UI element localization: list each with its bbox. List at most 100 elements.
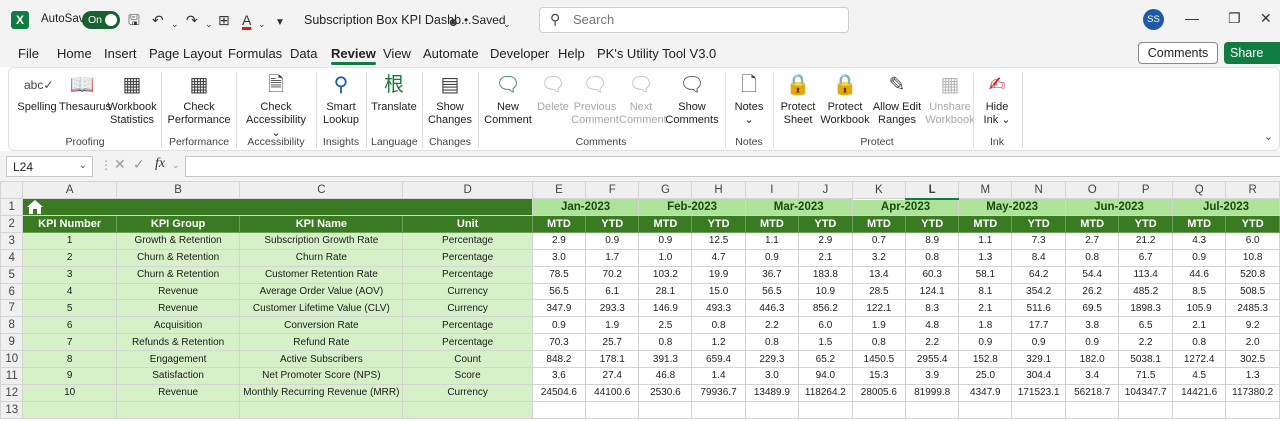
search-box[interactable]: ⚲ bbox=[539, 7, 849, 33]
kpi-group-cell[interactable]: Revenue bbox=[115, 282, 241, 301]
tab-developer[interactable]: Developer bbox=[490, 46, 549, 61]
kpi-name-cell[interactable]: Subscription Growth Rate bbox=[239, 231, 404, 250]
column-header-h[interactable]: H bbox=[691, 181, 746, 199]
show-changes-button[interactable]: ▤ Show Changes bbox=[427, 72, 473, 127]
value-cell[interactable]: 36.7 bbox=[744, 265, 800, 284]
value-cell[interactable]: 229.3 bbox=[744, 350, 800, 369]
close-icon[interactable]: ✕ bbox=[1260, 10, 1272, 27]
empty-cell[interactable] bbox=[115, 400, 241, 419]
value-cell[interactable]: 3.2 bbox=[851, 248, 907, 267]
value-cell[interactable]: 14421.6 bbox=[1171, 383, 1227, 402]
unit-cell[interactable]: Percentage bbox=[402, 248, 533, 267]
value-cell[interactable]: 0.7 bbox=[851, 231, 907, 250]
name-box[interactable]: L24 ⌄ bbox=[6, 156, 93, 177]
value-cell[interactable]: 15.3 bbox=[851, 367, 907, 385]
value-cell[interactable]: 1.1 bbox=[744, 231, 800, 250]
formula-input[interactable] bbox=[185, 156, 1280, 177]
tab-help[interactable]: Help bbox=[558, 46, 585, 61]
value-cell[interactable]: 4.3 bbox=[1171, 231, 1227, 250]
value-cell[interactable]: 56.5 bbox=[531, 282, 587, 301]
saved-dropdown-icon[interactable]: ⌄ bbox=[503, 14, 511, 34]
value-cell[interactable]: 1.9 bbox=[585, 316, 640, 335]
row-header[interactable]: 1 bbox=[0, 198, 24, 216]
column-header-g[interactable]: G bbox=[638, 181, 693, 199]
value-cell[interactable]: 44.6 bbox=[1171, 265, 1227, 284]
value-cell[interactable]: 78.5 bbox=[531, 265, 587, 284]
empty-cell[interactable] bbox=[239, 400, 404, 419]
column-header-b[interactable]: B bbox=[115, 181, 241, 199]
value-cell[interactable]: 2955.4 bbox=[905, 350, 960, 369]
value-cell[interactable]: 2485.3 bbox=[1225, 299, 1280, 318]
value-cell[interactable]: 27.4 bbox=[585, 367, 640, 385]
insert-function-icon[interactable]: fx bbox=[155, 156, 165, 172]
value-cell[interactable]: 113.4 bbox=[1118, 265, 1173, 284]
value-cell[interactable]: 0.9 bbox=[958, 333, 1013, 352]
value-cell[interactable]: 3.9 bbox=[905, 367, 960, 385]
comments-button[interactable]: Comments bbox=[1138, 42, 1218, 64]
allow-edit-ranges-button[interactable]: ✎ Allow Edit Ranges bbox=[871, 72, 923, 127]
value-cell[interactable]: 3.0 bbox=[744, 367, 800, 385]
value-cell[interactable]: 70.2 bbox=[585, 265, 640, 284]
value-cell[interactable]: 1.5 bbox=[798, 333, 853, 352]
column-header-e[interactable]: E bbox=[531, 181, 587, 199]
value-cell[interactable]: 5038.1 bbox=[1118, 350, 1173, 369]
value-cell[interactable]: 2.1 bbox=[958, 299, 1013, 318]
value-cell[interactable]: 856.2 bbox=[798, 299, 853, 318]
tab-data[interactable]: Data bbox=[290, 46, 317, 61]
value-cell[interactable]: 1450.5 bbox=[851, 350, 907, 369]
value-cell[interactable]: 79936.7 bbox=[691, 383, 746, 402]
value-cell[interactable]: 0.9 bbox=[1011, 333, 1066, 352]
value-cell[interactable]: 293.3 bbox=[585, 299, 640, 318]
unit-cell[interactable]: Percentage bbox=[402, 333, 533, 352]
notes-button[interactable]: 🗋 Notes ⌄ bbox=[731, 72, 767, 127]
value-cell[interactable]: 152.8 bbox=[958, 350, 1013, 369]
value-cell[interactable]: 1.7 bbox=[585, 248, 640, 267]
value-cell[interactable]: 1898.3 bbox=[1118, 299, 1173, 318]
value-cell[interactable]: 69.5 bbox=[1064, 299, 1120, 318]
column-header-r[interactable]: R bbox=[1225, 181, 1280, 199]
column-header-f[interactable]: F bbox=[585, 181, 640, 199]
value-cell[interactable]: 24504.6 bbox=[531, 383, 587, 402]
next-comment-button[interactable]: 🗨 Next Comment bbox=[619, 72, 667, 127]
more-options-icon[interactable]: ⋮ bbox=[100, 158, 112, 172]
value-cell[interactable]: 4.8 bbox=[905, 316, 960, 335]
value-cell[interactable]: 146.9 bbox=[638, 299, 693, 318]
kpi-name-cell[interactable]: Refund Rate bbox=[239, 333, 404, 352]
empty-cell[interactable] bbox=[744, 400, 800, 419]
font-color-dropdown-icon[interactable]: ⌄ bbox=[258, 14, 266, 34]
value-cell[interactable]: 26.2 bbox=[1064, 282, 1120, 301]
value-cell[interactable]: 1.8 bbox=[958, 316, 1013, 335]
value-cell[interactable]: 64.2 bbox=[1011, 265, 1066, 284]
empty-cell[interactable] bbox=[1225, 400, 1280, 419]
value-cell[interactable]: 6.0 bbox=[1225, 231, 1280, 250]
unit-cell[interactable]: Count bbox=[402, 350, 533, 369]
empty-cell[interactable] bbox=[402, 400, 533, 419]
kpi-name-cell[interactable]: Monthly Recurring Revenue (MRR) bbox=[239, 383, 404, 402]
undo-icon[interactable]: ↶ bbox=[152, 10, 164, 30]
restore-icon[interactable]: ❐ bbox=[1228, 10, 1241, 27]
empty-cell[interactable] bbox=[1011, 400, 1066, 419]
value-cell[interactable]: 46.8 bbox=[638, 367, 693, 385]
value-cell[interactable]: 65.2 bbox=[798, 350, 853, 369]
value-cell[interactable]: 3.6 bbox=[531, 367, 587, 385]
value-cell[interactable]: 28.5 bbox=[851, 282, 907, 301]
protect-workbook-button[interactable]: 🔒 Protect Workbook bbox=[819, 72, 871, 127]
kpi-number-cell[interactable]: 2 bbox=[22, 248, 117, 267]
value-cell[interactable]: 0.8 bbox=[1171, 333, 1227, 352]
empty-cell[interactable] bbox=[851, 400, 907, 419]
value-cell[interactable]: 0.8 bbox=[744, 333, 800, 352]
row-header[interactable]: 2 bbox=[0, 215, 24, 233]
unit-cell[interactable]: Currency bbox=[402, 383, 533, 402]
tab-review[interactable]: Review bbox=[331, 46, 376, 65]
value-cell[interactable]: 0.9 bbox=[638, 231, 693, 250]
empty-cell[interactable] bbox=[1064, 400, 1120, 419]
value-cell[interactable]: 2.5 bbox=[638, 316, 693, 335]
kpi-number-cell[interactable]: 8 bbox=[22, 350, 117, 369]
value-cell[interactable]: 347.9 bbox=[531, 299, 587, 318]
tab-home[interactable]: Home bbox=[57, 46, 92, 61]
row-header[interactable]: 9 bbox=[0, 333, 24, 352]
empty-cell[interactable] bbox=[1171, 400, 1227, 419]
value-cell[interactable]: 1.1 bbox=[958, 231, 1013, 250]
previous-comment-button[interactable]: 🗨 Previous Comment bbox=[571, 72, 619, 127]
value-cell[interactable]: 6.5 bbox=[1118, 316, 1173, 335]
